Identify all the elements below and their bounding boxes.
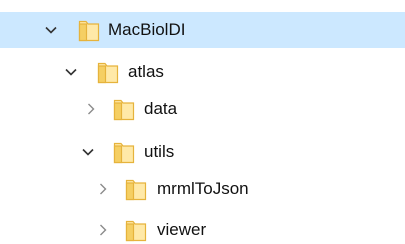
tree-item-label: MacBiolDI xyxy=(108,20,186,39)
chevron-right-icon[interactable] xyxy=(97,224,109,236)
folder-icon xyxy=(78,20,100,42)
chevron-down-icon[interactable] xyxy=(82,146,94,158)
tree-item-label: viewer xyxy=(157,220,207,239)
chevron-down-icon[interactable] xyxy=(45,24,57,36)
folder-icon xyxy=(113,142,135,164)
chevron-right-icon[interactable] xyxy=(85,103,97,115)
chevron-down-icon[interactable] xyxy=(65,66,77,78)
tree-item-utils[interactable]: utils xyxy=(0,134,405,170)
tree-item-atlas[interactable]: atlas xyxy=(0,54,405,90)
tree-item-label: utils xyxy=(144,142,175,161)
tree-item-mrmltojson[interactable]: mrmlToJson xyxy=(0,171,405,207)
tree-item-label: mrmlToJson xyxy=(157,179,249,198)
tree-item-viewer[interactable]: viewer xyxy=(0,212,405,244)
tree-item-label: data xyxy=(144,99,178,118)
folder-icon xyxy=(125,220,147,242)
tree-item-label: atlas xyxy=(128,62,164,81)
tree-item-macbioldi[interactable]: MacBiolDI xyxy=(0,12,405,48)
tree-item-data[interactable]: data xyxy=(0,91,405,127)
folder-tree: MacBiolDI atlas data utils mrmlToJson vi… xyxy=(0,0,405,244)
folder-icon xyxy=(97,62,119,84)
folder-icon xyxy=(125,179,147,201)
chevron-right-icon[interactable] xyxy=(97,183,109,195)
folder-icon xyxy=(113,99,135,121)
